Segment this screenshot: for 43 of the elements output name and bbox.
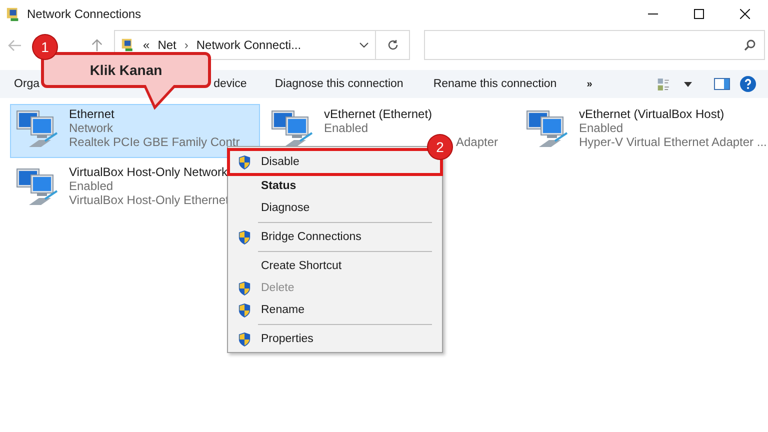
caret-icon[interactable]: [684, 82, 692, 86]
preview-pane-icon[interactable]: [714, 78, 730, 90]
help-icon[interactable]: [740, 76, 756, 92]
more-toolbar-button[interactable]: »: [586, 78, 592, 90]
close-icon: [740, 9, 750, 19]
connection-status: Enabled: [579, 121, 624, 135]
dropdown-caret-icon[interactable]: [359, 42, 369, 48]
window-title: Network Connections: [27, 7, 142, 21]
maximize-icon: [694, 9, 704, 19]
search-field[interactable]: [424, 30, 765, 60]
toolbar-item[interactable]: Orga: [14, 78, 40, 90]
connection-name: vEthernet (VirtualBox Host): [579, 107, 726, 121]
adapter-description: Hyper-V Virtual Ethernet Adapter ...: [579, 135, 765, 149]
step-badge: 2: [428, 135, 452, 159]
breadcrumb-separator: ›: [184, 38, 188, 52]
toolbar-item[interactable]: Diagnose this connection: [274, 78, 404, 90]
connection-item[interactable]: Ethernet Network Realtek PCIe GBE Family Contr: [10, 104, 260, 158]
connection-name: Ethernet: [69, 107, 116, 121]
refresh-button[interactable]: [376, 30, 410, 60]
adapter-description: Realtek PCIe GBE Family Contr: [69, 135, 240, 149]
toolbar-item[interactable]: device: [214, 78, 247, 90]
adapter-description: VirtualBox Host-Only Ethernet: [69, 193, 229, 207]
menu-item[interactable]: Rename: [228, 299, 442, 321]
connection-name: vEthernet (Ethernet): [324, 107, 434, 121]
connection-name: VirtualBox Host-Only Network: [69, 165, 228, 179]
network-folder-icon: [6, 6, 21, 22]
refresh-icon: [386, 39, 398, 51]
connection-status: Enabled: [69, 179, 114, 193]
up-arrow-icon[interactable]: [90, 38, 104, 52]
breadcrumb[interactable]: Network Connecti...: [196, 38, 302, 52]
connection-status: Enabled: [324, 121, 370, 135]
breadcrumb[interactable]: Net: [158, 38, 176, 52]
toolbar-item[interactable]: Rename this connection: [433, 78, 557, 90]
network-folder-icon: [121, 38, 135, 52]
search-icon: [744, 39, 756, 51]
connection-item[interactable]: vEthernet (VirtualBox Host) Enabled Hyper-V Virtual Ethernet Adapter ...: [520, 104, 768, 158]
step-badge: 1: [33, 35, 57, 59]
adapter-description: Adapter: [456, 135, 498, 149]
connection-status: Network: [69, 121, 114, 135]
menu-item[interactable]: Bridge Connections: [228, 226, 442, 248]
menu-item[interactable]: Create Shortcut: [228, 255, 442, 277]
overflow-chevron[interactable]: «: [143, 38, 150, 52]
menu-item[interactable]: Properties: [228, 328, 442, 350]
